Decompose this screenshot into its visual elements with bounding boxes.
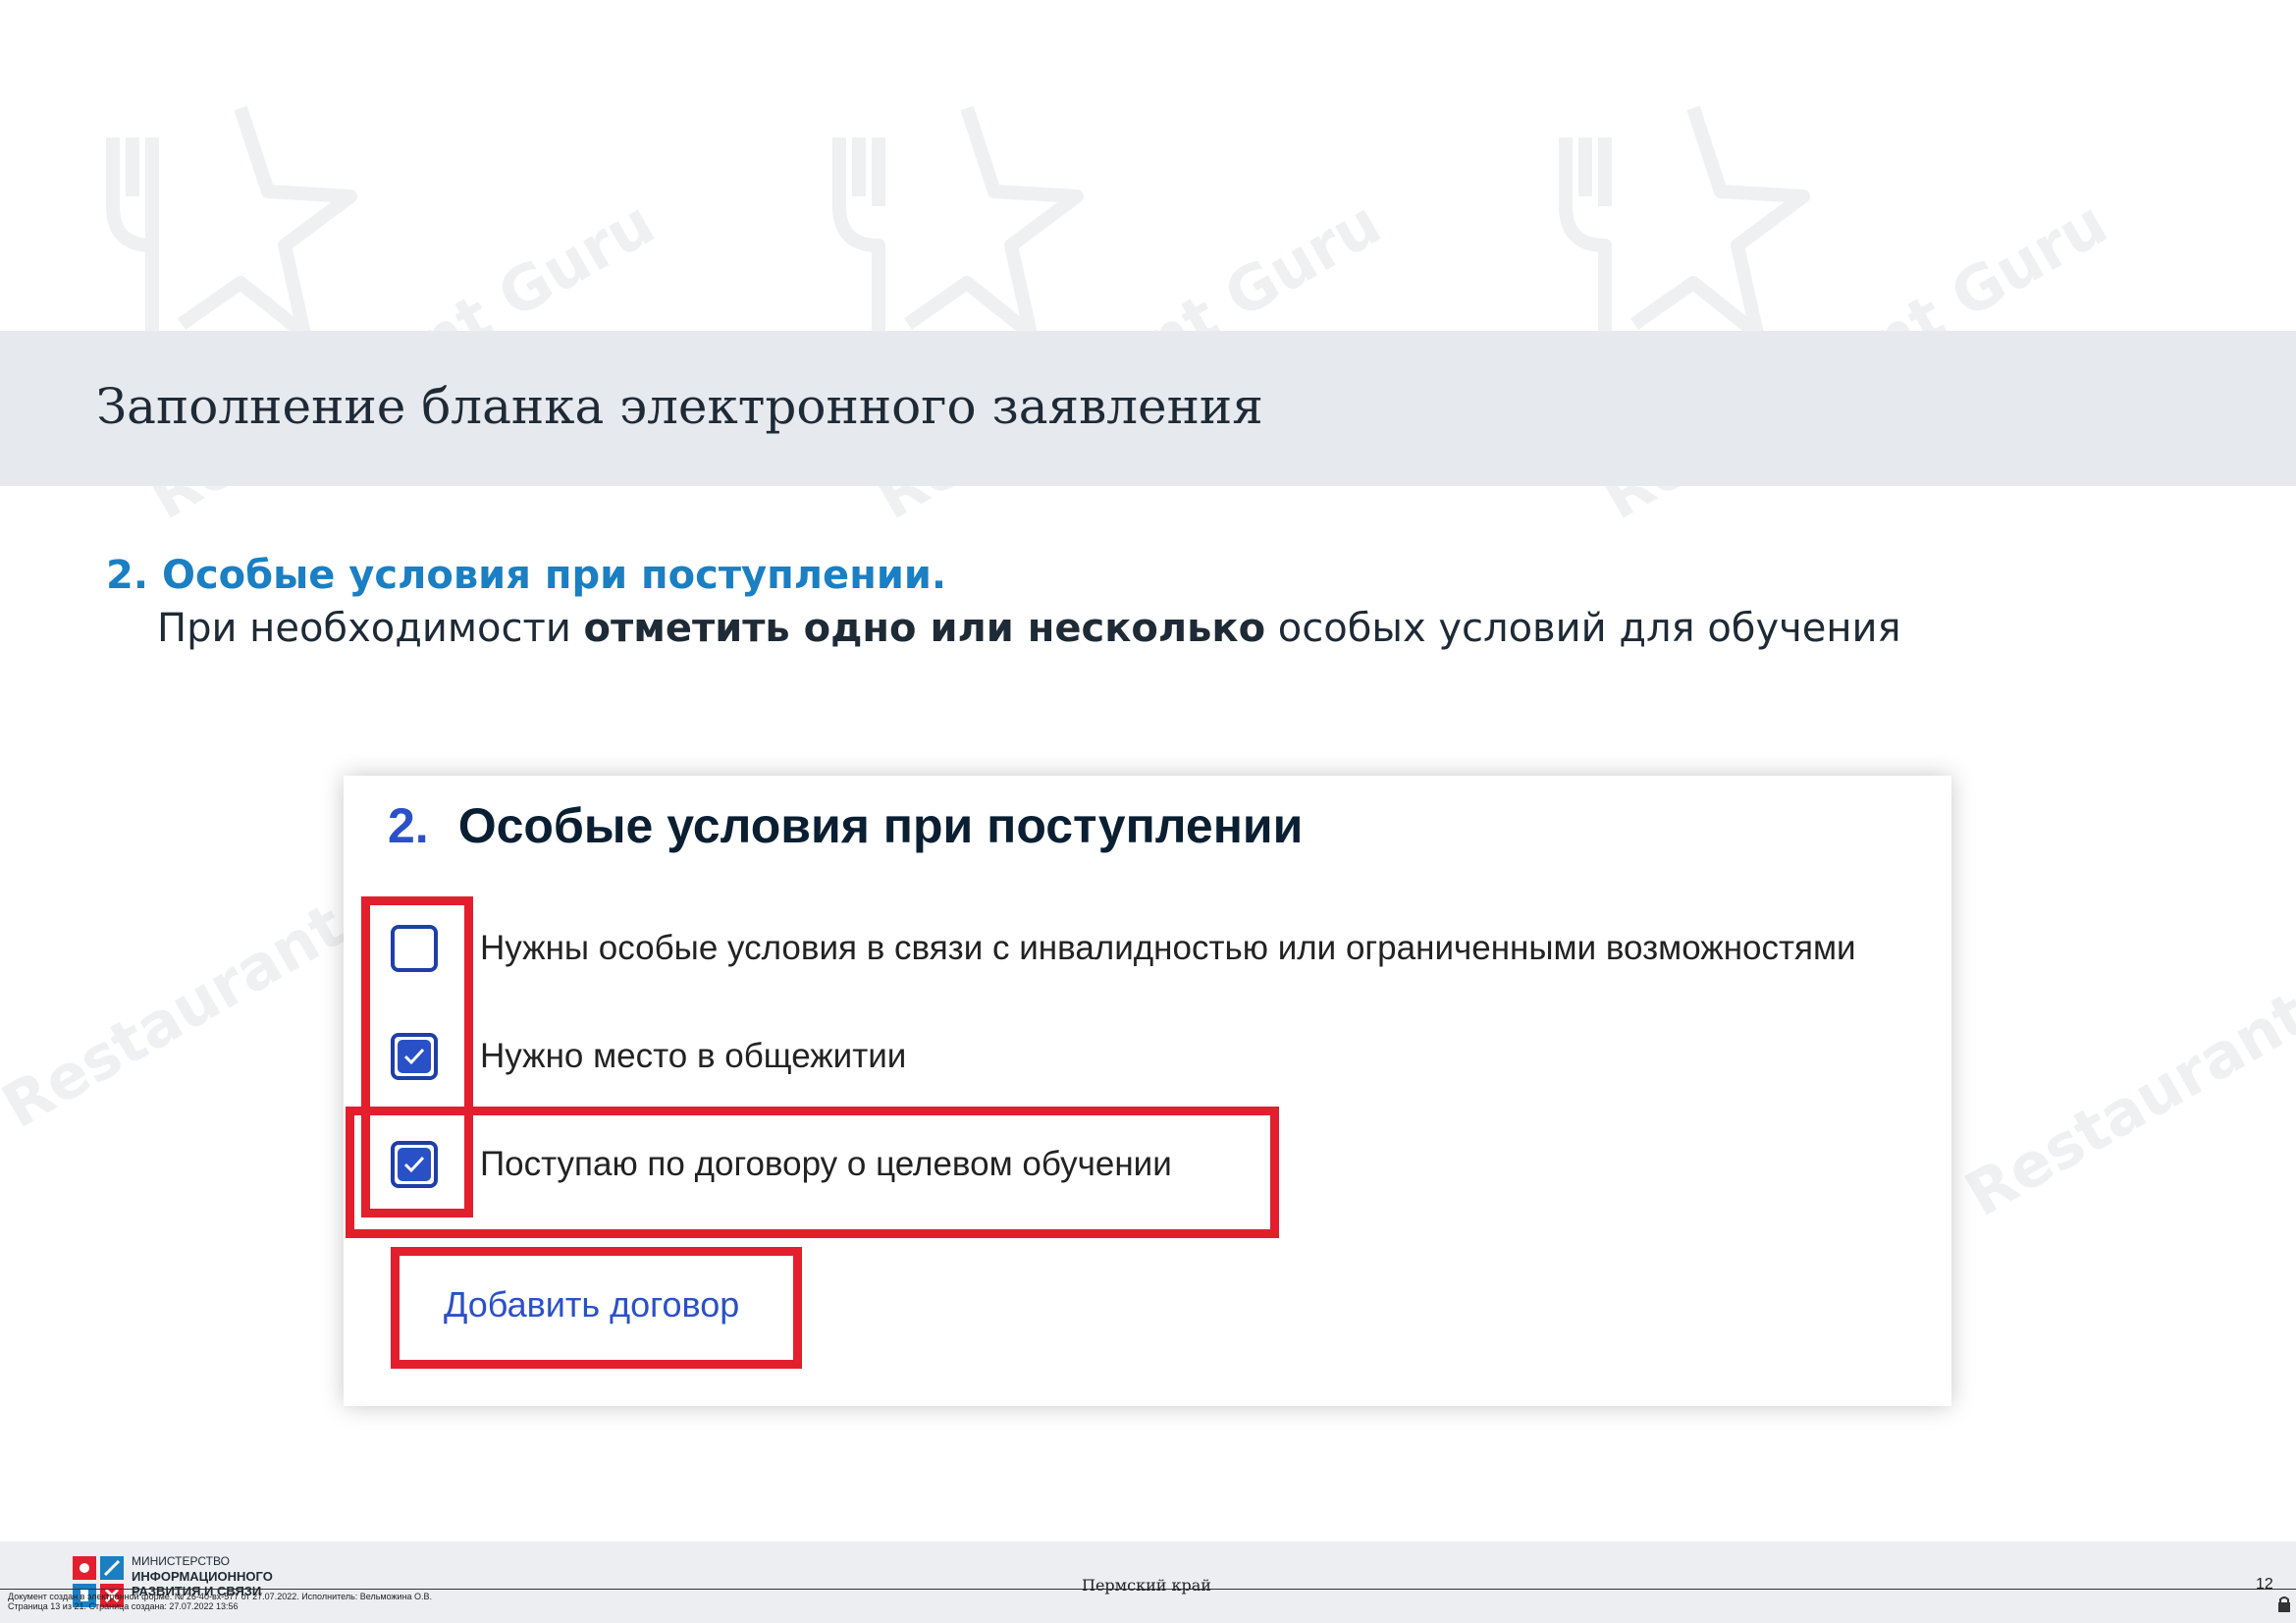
footer-region: Пермский край — [1082, 1576, 1211, 1595]
document-note-line: Страница 13 из 21. Страница создана: 27.… — [8, 1601, 239, 1611]
page-number: 12 — [2256, 1576, 2273, 1593]
option-disability-row[interactable]: Нужны особые условия в связи с инвалидно… — [391, 919, 1856, 978]
add-contract-link[interactable]: Добавить договор — [444, 1284, 739, 1325]
option-label: Поступаю по договору о целевом обучении — [480, 1145, 1172, 1183]
option-dormitory-row[interactable]: Нужно место в общежитии — [391, 1027, 906, 1086]
slide-title: Заполнение бланка электронного заявления — [96, 378, 1263, 435]
form-section-heading: 2. Особые условия при поступлении — [388, 797, 1303, 854]
ministry-line: МИНИСТЕРСТВО — [132, 1554, 230, 1568]
step-description: При необходимости отметить одно или неск… — [157, 606, 1901, 651]
watermark-logo-icon — [93, 98, 358, 353]
step-desc-text: особых условий для обучения — [1265, 606, 1901, 651]
step-heading: 2. Особые условия при поступлении. — [106, 553, 947, 598]
option-target-training-row[interactable]: Поступаю по договору о целевом обучении — [391, 1135, 1172, 1194]
form-section-number: 2. — [388, 798, 429, 853]
document-note-line: Документ создан в электронной форме. № 2… — [8, 1592, 433, 1601]
option-label: Нужны особые условия в связи с инвалидно… — [480, 929, 1856, 967]
watermark-logo-icon — [820, 98, 1085, 353]
step-desc-emphasis: отметить одно или несколько — [583, 606, 1266, 651]
ministry-line: ИНФОРМАЦИОННОГО — [132, 1569, 273, 1584]
disability-checkbox[interactable] — [391, 925, 438, 972]
option-label: Нужно место в общежитии — [480, 1037, 907, 1075]
watermark-text: Restaurant Guru — [1953, 884, 2296, 1231]
watermark-logo-icon — [1546, 98, 1811, 353]
lock-icon — [2277, 1596, 2291, 1613]
dormitory-checkbox[interactable] — [391, 1033, 438, 1080]
form-screenshot-panel: 2. Особые условия при поступлении Нужны о… — [344, 776, 1951, 1406]
checkmark-icon — [398, 1148, 431, 1181]
target-training-checkbox[interactable] — [391, 1141, 438, 1188]
document-note: Документ создан в электронной форме. № 2… — [8, 1592, 432, 1611]
checkmark-icon — [398, 1040, 431, 1073]
form-section-title: Особые условия при поступлении — [457, 798, 1304, 853]
step-desc-text: При необходимости — [157, 606, 584, 651]
